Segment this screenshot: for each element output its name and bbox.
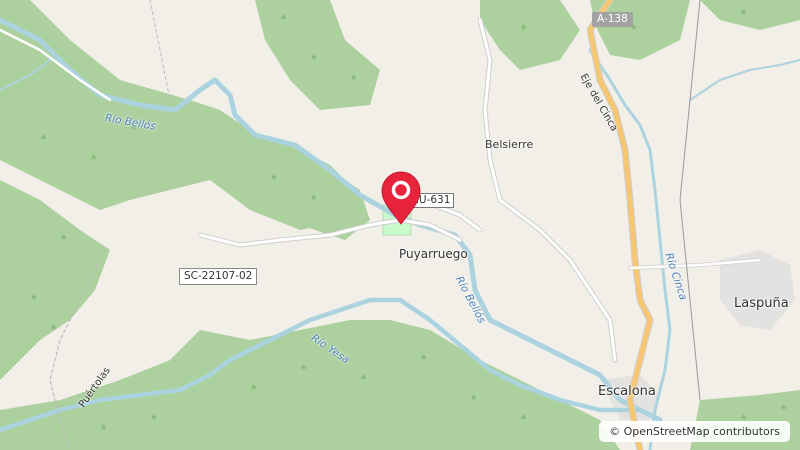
svg-text:♠: ♠ <box>280 13 287 22</box>
svg-text:♠: ♠ <box>30 293 37 302</box>
svg-text:♠: ♠ <box>60 233 67 242</box>
place-label-escalona: Escalona <box>598 384 656 399</box>
svg-text:♠: ♠ <box>420 353 427 362</box>
svg-text:♠: ♠ <box>100 423 107 432</box>
svg-text:♠: ♠ <box>310 193 317 202</box>
svg-text:♠: ♠ <box>740 8 747 17</box>
svg-text:♠: ♠ <box>300 363 307 372</box>
svg-text:♠: ♠ <box>520 23 527 32</box>
svg-text:♠: ♠ <box>50 323 57 332</box>
svg-text:♠: ♠ <box>270 173 277 182</box>
svg-text:♠: ♠ <box>310 53 317 62</box>
svg-text:♠: ♠ <box>360 373 367 382</box>
attribution[interactable]: © OpenStreetMap contributors <box>599 421 790 442</box>
place-label-belsierre: Belsierre <box>485 138 534 151</box>
svg-text:♠: ♠ <box>470 393 477 402</box>
road-shield-a138: A-138 <box>592 12 633 27</box>
svg-text:♠: ♠ <box>250 383 257 392</box>
svg-text:♠: ♠ <box>780 403 787 412</box>
map-canvas[interactable]: ♠ ♠ ♠ ♠ ♠ ♠ ♠ ♠ ♠ ♠ ♠ ♠ ♠ ♠ ♠ ♠ ♠ ♠ ♠ ♠ ♠ ♠ ♠ ♠ Puyarru… <box>0 0 800 450</box>
svg-text:♠: ♠ <box>150 413 157 422</box>
svg-text:♠: ♠ <box>350 73 357 82</box>
svg-text:♠: ♠ <box>40 133 47 142</box>
location-marker[interactable] <box>378 170 424 228</box>
map-pin-icon <box>381 171 421 225</box>
road-label-sc22107: SC-22107-02 <box>179 268 258 285</box>
place-label-puyarruego: Puyarruego <box>399 247 468 261</box>
svg-text:♠: ♠ <box>520 413 527 422</box>
svg-text:♠: ♠ <box>90 153 97 162</box>
place-label-laspuna: Laspuña <box>734 296 789 311</box>
